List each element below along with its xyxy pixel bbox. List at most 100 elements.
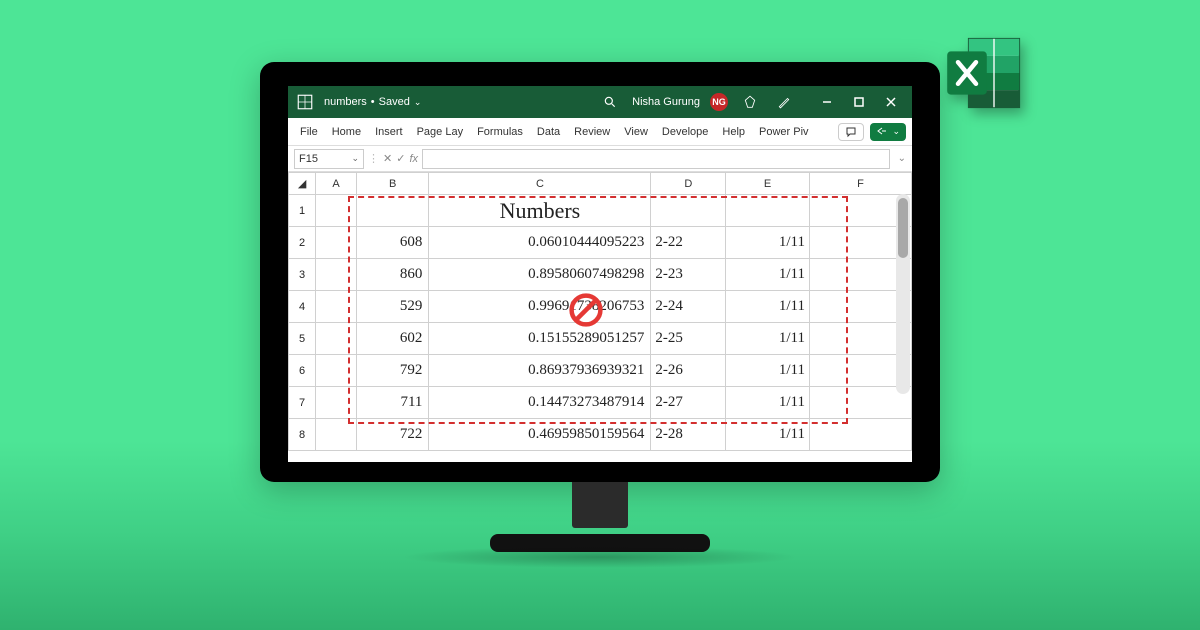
cell[interactable]: 2-28 — [651, 419, 726, 451]
cell[interactable]: 602 — [356, 323, 428, 355]
title-bar: numbers • Saved ⌄ Nisha Gurung NG — [288, 86, 912, 118]
tab-review[interactable]: Review — [568, 122, 616, 142]
excel-app-icon — [296, 93, 314, 111]
cell[interactable] — [316, 323, 357, 355]
excel-window: numbers • Saved ⌄ Nisha Gurung NG — [288, 86, 912, 462]
cell[interactable]: 2-22 — [651, 227, 726, 259]
chevron-down-icon: ⌄ — [351, 153, 359, 164]
fx-label[interactable]: fx — [409, 153, 418, 165]
name-box-value: F15 — [299, 153, 318, 165]
cancel-icon[interactable]: ✕ — [383, 152, 392, 165]
vertical-scrollbar[interactable] — [896, 194, 910, 394]
tab-insert[interactable]: Insert — [369, 122, 409, 142]
avatar[interactable]: NG — [710, 93, 728, 111]
row-header[interactable]: 6 — [289, 355, 316, 387]
tab-help[interactable]: Help — [716, 122, 751, 142]
pen-icon[interactable] — [772, 90, 796, 114]
close-button[interactable] — [878, 90, 904, 114]
ribbon-tabs: File Home Insert Page Lay Formulas Data … — [288, 118, 912, 146]
cell[interactable]: 2-26 — [651, 355, 726, 387]
cell[interactable]: 711 — [356, 387, 428, 419]
monitor-frame: numbers • Saved ⌄ Nisha Gurung NG — [260, 62, 940, 542]
maximize-button[interactable] — [846, 90, 872, 114]
cell[interactable]: 860 — [356, 259, 428, 291]
cell[interactable]: 792 — [356, 355, 428, 387]
name-box[interactable]: F15 ⌄ — [294, 149, 364, 169]
cell[interactable] — [809, 387, 911, 419]
cell[interactable]: 1/11 — [726, 259, 810, 291]
cell[interactable]: 0.14473273487914 — [429, 387, 651, 419]
tab-page-layout[interactable]: Page Lay — [411, 122, 469, 142]
cell[interactable]: 1/11 — [726, 355, 810, 387]
expand-formula-icon[interactable]: ⌄ — [898, 153, 906, 164]
search-icon[interactable] — [598, 90, 622, 114]
user-name[interactable]: Nisha Gurung — [632, 96, 700, 108]
cell[interactable] — [316, 227, 357, 259]
cell[interactable] — [316, 355, 357, 387]
cell[interactable] — [726, 195, 810, 227]
cell[interactable]: 1/11 — [726, 227, 810, 259]
cell[interactable]: 0.86937936939321 — [429, 355, 651, 387]
cell[interactable]: 1/11 — [726, 387, 810, 419]
chevron-down-icon: ⌄ — [414, 97, 422, 108]
select-all-corner[interactable]: ◢ — [289, 173, 316, 195]
comments-button[interactable] — [838, 123, 864, 141]
formula-input[interactable] — [422, 149, 890, 169]
premium-icon[interactable] — [738, 90, 762, 114]
cell[interactable]: 529 — [356, 291, 428, 323]
title-cell[interactable]: Numbers — [429, 195, 651, 227]
tab-home[interactable]: Home — [326, 122, 367, 142]
cell[interactable]: 2-24 — [651, 291, 726, 323]
cell[interactable]: 0.99691738206753 — [429, 291, 651, 323]
tab-formulas[interactable]: Formulas — [471, 122, 529, 142]
tab-developer[interactable]: Develope — [656, 122, 714, 142]
cell[interactable]: 0.06010444095223 — [429, 227, 651, 259]
cell[interactable]: 1/11 — [726, 323, 810, 355]
row-header[interactable]: 2 — [289, 227, 316, 259]
cell[interactable]: 0.89580607498298 — [429, 259, 651, 291]
scrollbar-thumb[interactable] — [898, 198, 908, 258]
cell[interactable]: 0.46959850159564 — [429, 419, 651, 451]
save-status-text: Saved — [379, 96, 410, 108]
col-header-a[interactable]: A — [316, 173, 357, 195]
cell[interactable]: 722 — [356, 419, 428, 451]
cell[interactable] — [316, 195, 357, 227]
cell[interactable]: 1/11 — [726, 291, 810, 323]
enter-icon[interactable]: ✓ — [396, 152, 405, 165]
cell[interactable] — [809, 419, 911, 451]
dot-separator: • — [371, 96, 375, 108]
row-header[interactable]: 8 — [289, 419, 316, 451]
monitor-shadow — [400, 546, 800, 568]
col-header-e[interactable]: E — [726, 173, 810, 195]
row-header[interactable]: 7 — [289, 387, 316, 419]
cell[interactable]: 0.15155289051257 — [429, 323, 651, 355]
tab-data[interactable]: Data — [531, 122, 566, 142]
row-header[interactable]: 5 — [289, 323, 316, 355]
row-header[interactable]: 1 — [289, 195, 316, 227]
cell[interactable] — [356, 195, 428, 227]
row-header[interactable]: 4 — [289, 291, 316, 323]
share-button[interactable]: ⌄ — [870, 123, 906, 141]
tab-power-pivot[interactable]: Power Piv — [753, 122, 815, 142]
row-header[interactable]: 3 — [289, 259, 316, 291]
cell[interactable] — [316, 259, 357, 291]
spreadsheet-grid[interactable]: ◢ A B C D E F 1 — [288, 172, 912, 462]
cell[interactable]: 2-27 — [651, 387, 726, 419]
cell[interactable]: 2-25 — [651, 323, 726, 355]
col-header-f[interactable]: F — [809, 173, 911, 195]
cell[interactable] — [316, 291, 357, 323]
col-header-c[interactable]: C — [429, 173, 651, 195]
tab-file[interactable]: File — [294, 122, 324, 142]
cell[interactable] — [651, 195, 726, 227]
cell[interactable]: 1/11 — [726, 419, 810, 451]
cell[interactable] — [316, 387, 357, 419]
cell[interactable]: 2-23 — [651, 259, 726, 291]
minimize-button[interactable] — [814, 90, 840, 114]
tab-view[interactable]: View — [618, 122, 654, 142]
document-name[interactable]: numbers • Saved ⌄ — [324, 96, 421, 108]
formula-controls: ⋮ ✕ ✓ fx — [368, 152, 418, 165]
cell[interactable] — [316, 419, 357, 451]
col-header-b[interactable]: B — [356, 173, 428, 195]
cell[interactable]: 608 — [356, 227, 428, 259]
col-header-d[interactable]: D — [651, 173, 726, 195]
